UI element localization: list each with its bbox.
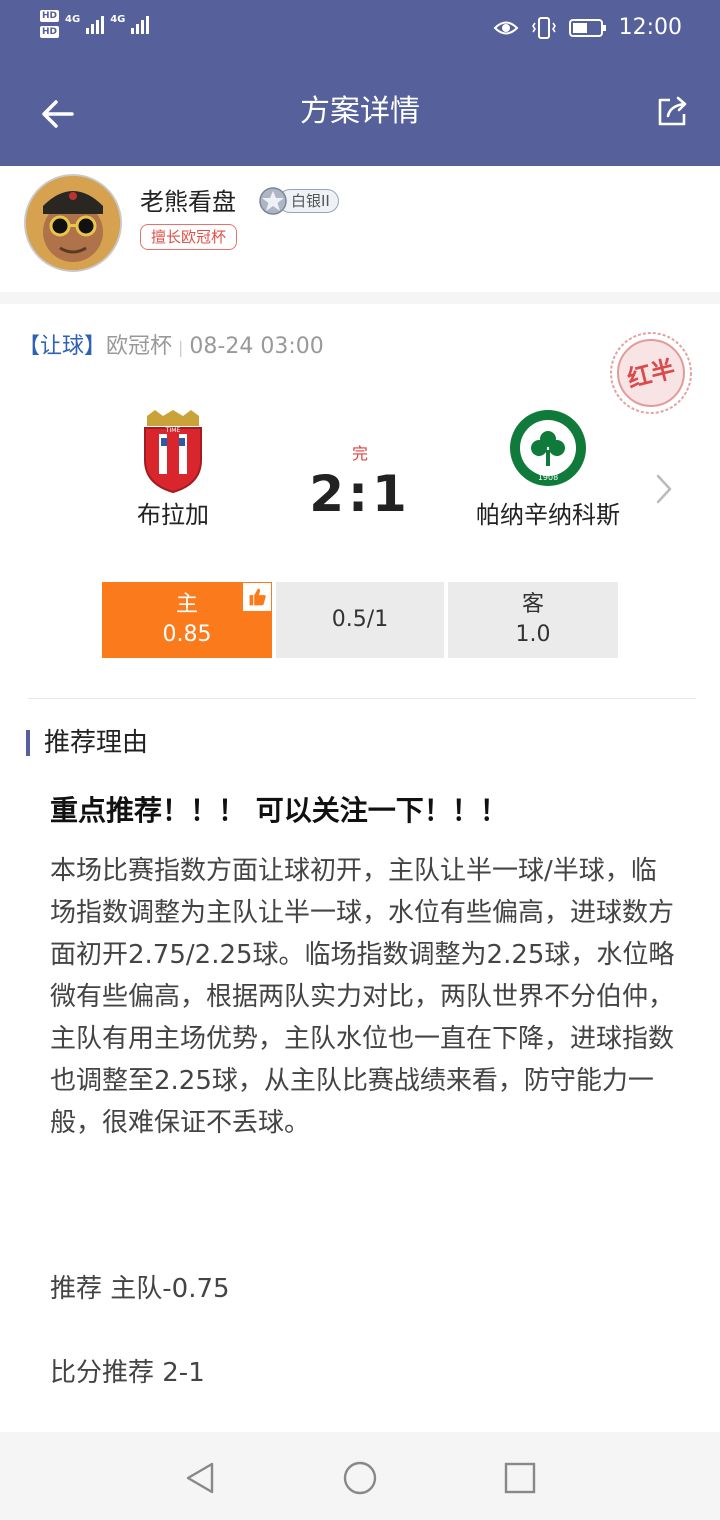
handicap-option[interactable]: 0.5/1	[276, 582, 444, 658]
result-stamp: 红半	[608, 330, 694, 416]
recommendation-section: 推荐理由 重点推荐！！！ 可以关注一下！！！ 本场比赛指数方面让球初开，主队让半…	[0, 700, 720, 1430]
away-odds-label: 客	[521, 592, 544, 617]
recommendation-headline: 重点推荐！！！ 可以关注一下！！！	[50, 794, 508, 827]
svg-text:1908: 1908	[538, 473, 558, 482]
section-divider	[28, 698, 696, 699]
svg-text:TIME: TIME	[165, 427, 181, 434]
rank-badge: 白银II	[258, 186, 339, 215]
system-indicators: 12:00	[493, 14, 682, 42]
share-icon[interactable]	[654, 94, 690, 130]
recommendation-body: 本场比赛指数方面让球初开，主队让半一球/半球，临场指数调整为主队让半一球，水位有…	[50, 856, 675, 1138]
vibrate-icon	[531, 17, 556, 39]
author-card[interactable]: 老熊看盘 白银II 擅长欧冠杯	[0, 166, 720, 292]
hd-badge: HD	[40, 26, 60, 38]
thumbs-up-icon	[242, 582, 272, 612]
signal-icon	[86, 12, 105, 34]
nav-back-icon[interactable]	[182, 1460, 218, 1496]
author-name: 老熊看盘	[140, 188, 236, 216]
home-odds-option[interactable]: 主 0.85	[102, 582, 272, 658]
odds-row: 主 0.85 0.5/1 客 1.0	[102, 582, 618, 658]
chevron-right-icon[interactable]	[652, 472, 676, 506]
section-title: 推荐理由	[26, 726, 148, 760]
network-type: 4G	[110, 14, 126, 25]
recommendation-pick: 推荐 主队-0.75	[50, 1274, 230, 1304]
silver-rank-icon	[259, 187, 287, 215]
away-team-name: 帕纳辛纳科斯	[476, 501, 620, 529]
away-team-logo: 1908	[510, 410, 586, 486]
match-datetime: 08-24 03:00	[189, 334, 324, 359]
page-title: 方案详情	[300, 94, 420, 129]
nav-recent-icon[interactable]	[502, 1460, 538, 1496]
section-accent-bar	[26, 730, 30, 756]
away-odds-value: 1.0	[515, 622, 551, 647]
specialty-tag: 擅长欧冠杯	[140, 224, 238, 250]
match-card: 【让球】欧冠杯|08-24 03:00 红半 TIME 布拉加 完 2:1	[0, 304, 720, 699]
handicap-value: 0.5/1	[331, 607, 389, 632]
avatar[interactable]	[24, 174, 122, 272]
home-odds-value: 0.85	[162, 622, 212, 647]
bet-type: 【让球】	[18, 334, 107, 359]
eye-comfort-icon	[493, 21, 519, 35]
match-meta: 【让球】欧冠杯 | 08-24 03:00	[18, 332, 324, 363]
home-odds-label: 主	[175, 592, 198, 617]
avatar-image	[26, 176, 120, 270]
network-indicators: HD HD 4G 4G	[40, 10, 150, 38]
system-nav-bar	[0, 1432, 720, 1520]
signal-icon	[131, 12, 150, 34]
status-bar: HD HD 4G 4G 12:00	[0, 0, 720, 58]
away-team[interactable]: 1908 帕纳辛纳科斯	[458, 408, 638, 532]
score-recommendation: 比分推荐 2-1	[50, 1358, 205, 1388]
meta-divider: |	[178, 338, 184, 357]
nav-home-icon[interactable]	[342, 1460, 378, 1496]
clock: 12:00	[618, 15, 682, 40]
league-name: 欧冠杯	[106, 334, 173, 359]
section-title-text: 推荐理由	[44, 728, 149, 758]
away-odds-option[interactable]: 客 1.0	[448, 582, 618, 658]
hd-badge: HD	[40, 10, 60, 22]
section-gap	[0, 292, 720, 304]
battery-icon	[568, 19, 606, 37]
network-type: 4G	[65, 14, 81, 25]
app-bar: 方案详情	[0, 58, 720, 166]
